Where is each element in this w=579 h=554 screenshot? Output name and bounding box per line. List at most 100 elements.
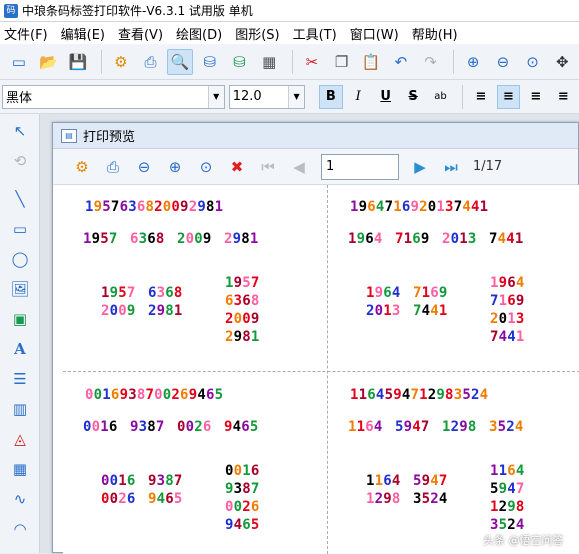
- font-size-select[interactable]: 12.0 ▼: [228, 84, 306, 109]
- zoom-out-icon[interactable]: ⊖: [490, 49, 516, 75]
- align-left-icon[interactable]: ≡: [469, 85, 492, 109]
- move-icon[interactable]: ✥: [549, 49, 575, 75]
- database-icon[interactable]: ⛁: [197, 49, 223, 75]
- rotate-icon[interactable]: ⟲: [6, 148, 34, 174]
- next-page-icon[interactable]: ▶: [407, 154, 433, 180]
- curve-tool-icon[interactable]: ∿: [6, 486, 34, 512]
- align-right-icon[interactable]: ≡: [524, 85, 547, 109]
- format-toolbar: 黑体 ▼ 12.0 ▼ B I U S ab ≡ ≡ ≡ ≡: [0, 80, 579, 114]
- database-link-icon[interactable]: ⛁: [227, 49, 253, 75]
- zoom-fit-icon[interactable]: ⊙: [520, 49, 546, 75]
- menu-tools[interactable]: 工具(T): [293, 24, 337, 43]
- cut-icon[interactable]: ✂: [299, 49, 325, 75]
- label-block-group-4: 7441: [413, 303, 448, 319]
- label-block-group-4: 3524: [413, 491, 448, 507]
- grid-icon[interactable]: ▦: [256, 49, 282, 75]
- label-column-group-1: 1164: [490, 463, 525, 479]
- label-block-group-3: 2013: [366, 303, 401, 319]
- label-group-1: 1964: [348, 231, 383, 247]
- menu-shape[interactable]: 图形(S): [235, 24, 279, 43]
- rich-text-tool-icon[interactable]: ☰: [6, 366, 34, 392]
- label-block-group-1: 1164: [366, 473, 401, 489]
- watermark: 头条 @悟空问答: [483, 534, 564, 547]
- redo-icon[interactable]: ↷: [418, 49, 444, 75]
- preview-window-icon: ▤: [61, 128, 77, 143]
- toolbar-divider: [453, 49, 455, 74]
- text-tool-icon[interactable]: A: [6, 336, 34, 362]
- main-toolbar: ▭ 📂 💾 ⚙ ⎙ 🔍 ⛁ ⛁ ▦ ✂ ❐ 📋 ↶ ↷ ⊕ ⊖ ⊙ ✥: [0, 44, 579, 80]
- menu-window[interactable]: 窗口(W): [350, 24, 399, 43]
- strikethrough-button[interactable]: S: [401, 85, 424, 109]
- select-pointer-icon[interactable]: ↖: [6, 118, 34, 144]
- kerning-button[interactable]: ab: [429, 85, 452, 109]
- line-tool-icon[interactable]: ╲: [6, 186, 34, 212]
- label-full-number: 0016938700269465: [85, 387, 224, 403]
- bold-button[interactable]: B: [319, 84, 343, 109]
- print-preview-icon[interactable]: 🔍: [167, 48, 194, 75]
- menu-edit[interactable]: 编辑(E): [61, 24, 105, 43]
- label-block-group-1: 1964: [366, 285, 401, 301]
- menu-draw[interactable]: 绘图(D): [176, 24, 222, 43]
- label-block-group-3: 0026: [101, 491, 136, 507]
- open-icon[interactable]: 📂: [36, 49, 62, 75]
- label-group-3: 2009: [177, 231, 212, 247]
- rectangle-tool-icon[interactable]: ▭: [6, 216, 34, 242]
- label-group-4: 9465: [224, 419, 259, 435]
- label-block-group-1: 1957: [101, 285, 136, 301]
- new-icon[interactable]: ▭: [6, 49, 32, 75]
- preview-zoom-fit-icon[interactable]: ⊙: [193, 154, 219, 180]
- page-divider-vertical: [327, 185, 328, 554]
- font-name-value: 黑体: [6, 91, 33, 106]
- app-icon: 码: [4, 3, 18, 18]
- picture-tool-icon[interactable]: ▣: [6, 306, 34, 332]
- preview-zoom-out-icon[interactable]: ⊖: [131, 154, 157, 180]
- font-name-select[interactable]: 黑体 ▼: [2, 84, 225, 109]
- menu-file[interactable]: 文件(F): [4, 24, 48, 43]
- label-block-group-4: 2981: [148, 303, 183, 319]
- image-tool-icon[interactable]: 🖼: [6, 276, 34, 302]
- label-block-group-2: 7169: [413, 285, 448, 301]
- settings-icon[interactable]: ⚙: [108, 49, 134, 75]
- qrcode-tool-icon[interactable]: ▦: [6, 456, 34, 482]
- preview-print-icon[interactable]: ⎙: [100, 154, 126, 180]
- chevron-down-icon[interactable]: ▼: [207, 85, 224, 108]
- page-number-input[interactable]: 1: [321, 153, 399, 180]
- label-column-group-3: 2013: [490, 311, 525, 327]
- undo-icon[interactable]: ↶: [388, 49, 414, 75]
- copy-icon[interactable]: ❐: [329, 49, 355, 75]
- preview-settings-icon[interactable]: ⚙: [69, 154, 95, 180]
- save-icon[interactable]: 💾: [65, 49, 91, 75]
- italic-button[interactable]: I: [347, 85, 370, 109]
- print-icon[interactable]: ⎙: [138, 49, 164, 75]
- chevron-down-icon[interactable]: ▼: [288, 85, 305, 108]
- label-full-number: 1957636820092981: [85, 199, 224, 215]
- align-justify-icon[interactable]: ≡: [552, 85, 575, 109]
- label-block-group-2: 9387: [148, 473, 183, 489]
- arc-tool-icon[interactable]: ◠: [6, 516, 34, 542]
- label-group-2: 7169: [395, 231, 430, 247]
- preview-title-bar: ▤ 打印预览: [53, 123, 578, 149]
- last-page-icon[interactable]: ⏭: [438, 154, 464, 180]
- menu-help[interactable]: 帮助(H): [412, 24, 458, 43]
- label-column-group-1: 0016: [225, 463, 260, 479]
- label-column-group-4: 7441: [490, 329, 525, 345]
- barcode-tool-icon[interactable]: ▥: [6, 396, 34, 422]
- menu-view[interactable]: 查看(V): [118, 24, 163, 43]
- underline-button[interactable]: U: [374, 85, 397, 109]
- zoom-in-icon[interactable]: ⊕: [460, 49, 486, 75]
- paste-icon[interactable]: 📋: [358, 49, 384, 75]
- page-count: 1/17: [473, 159, 503, 174]
- title-bar: 码 中琅条码标签打印软件-V6.3.1 试用版 单机: [0, 0, 579, 22]
- preview-zoom-in-icon[interactable]: ⊕: [162, 154, 188, 180]
- label-block-group-4: 9465: [148, 491, 183, 507]
- preview-close-icon[interactable]: ✖: [224, 154, 250, 180]
- preview-pages: 1957636820092981 1957 6368 2009 2981 1957 6368…: [63, 185, 579, 554]
- font-size-value: 12.0: [232, 89, 262, 104]
- label-group-2: 9387: [130, 419, 165, 435]
- shape-tool-icon[interactable]: ◬: [6, 426, 34, 452]
- previous-page-icon[interactable]: ◀: [286, 154, 312, 180]
- first-page-icon[interactable]: ⏮: [255, 154, 281, 180]
- align-center-icon[interactable]: ≡: [496, 84, 521, 109]
- label-group-1: 1957: [83, 231, 118, 247]
- ellipse-tool-icon[interactable]: ◯: [6, 246, 34, 272]
